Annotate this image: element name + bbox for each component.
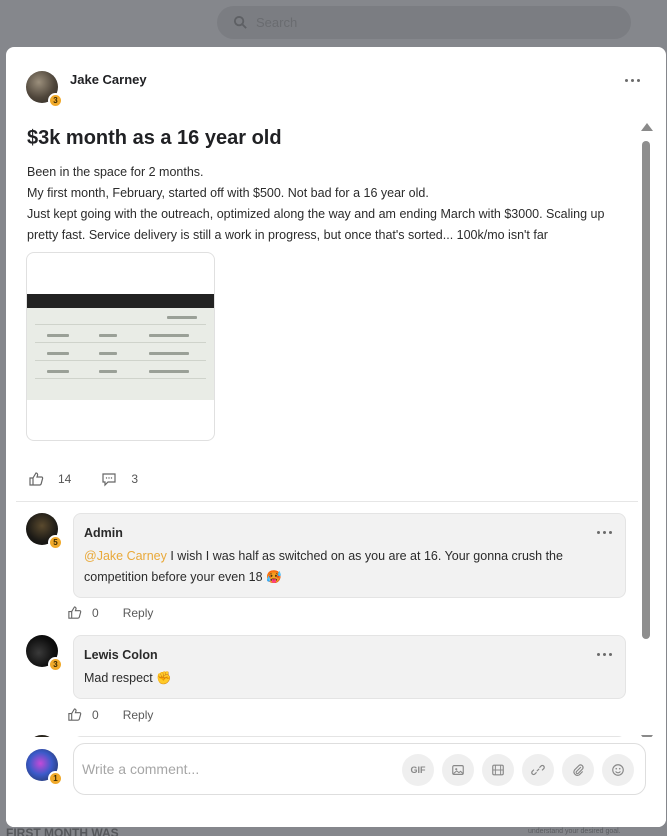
post-actions: 14 3 — [28, 471, 138, 487]
background-snippet: understand your desired goal. — [528, 828, 621, 835]
comment-body: Mad respect ✊ — [84, 671, 172, 685]
video-button[interactable] — [482, 754, 514, 786]
level-badge: 5 — [48, 535, 63, 550]
post-modal: 3 Jake Carney $3k month as a 16 year old… — [6, 47, 666, 827]
author-name[interactable]: Jake Carney — [70, 72, 147, 87]
emoji-button[interactable] — [602, 754, 634, 786]
scroll-up-arrow-icon[interactable] — [641, 123, 653, 131]
link-icon — [531, 764, 545, 776]
background-search-bar: Search — [217, 6, 631, 39]
comment-input[interactable] — [82, 761, 382, 777]
search-icon — [233, 15, 247, 29]
comment-author[interactable]: Lewis Colon — [84, 648, 615, 662]
thumbs-up-icon[interactable] — [67, 707, 82, 722]
comment-like-count: 0 — [92, 605, 99, 620]
avatar[interactable]: 3 — [26, 635, 63, 672]
attach-button[interactable] — [562, 754, 594, 786]
comment-bubble-icon[interactable] — [101, 471, 117, 487]
post-title: $3k month as a 16 year old — [27, 127, 282, 149]
reply-button[interactable]: Reply — [123, 606, 154, 620]
background-post-title: FIRST MONTH WAS — [6, 826, 119, 836]
level-badge: 1 — [48, 771, 63, 786]
thumbs-up-icon[interactable] — [28, 471, 44, 487]
image-icon — [452, 765, 464, 775]
gif-label: GIF — [410, 765, 426, 775]
scroll-thumb[interactable] — [642, 141, 650, 639]
post-body-line: Just kept going with the outreach, optim… — [27, 207, 605, 242]
post-header: 3 Jake Carney — [26, 71, 147, 108]
comment-bubble: Admin @Jake Carney I wish I was half as … — [73, 513, 626, 598]
comment-author[interactable]: Admin — [84, 526, 615, 540]
avatar[interactable]: 3 — [26, 71, 63, 108]
level-badge: 3 — [48, 93, 63, 108]
comment-more-button[interactable] — [594, 527, 614, 537]
level-badge: 3 — [48, 657, 63, 672]
post-body: Been in the space for 2 months. My first… — [27, 162, 617, 246]
paperclip-icon — [573, 764, 584, 776]
emoji-icon — [612, 764, 624, 776]
comment-count: 3 — [131, 472, 139, 486]
post-image-attachment[interactable] — [26, 252, 215, 441]
avatar[interactable]: 5 — [26, 513, 63, 550]
comment-like-count: 0 — [92, 707, 99, 722]
post-more-button[interactable] — [622, 75, 642, 85]
thumbs-up-icon[interactable] — [67, 605, 82, 620]
more-dots-icon — [624, 78, 628, 82]
comment-composer: 1 GIF — [6, 737, 666, 827]
more-dots-icon — [596, 530, 600, 534]
comment-more-button[interactable] — [594, 649, 614, 659]
image-button[interactable] — [442, 754, 474, 786]
divider — [16, 501, 638, 502]
more-dots-icon — [596, 652, 600, 656]
comment-text: @Jake Carney I wish I was half as switch… — [84, 546, 615, 588]
film-icon — [492, 764, 504, 776]
comment-input-box[interactable]: GIF — [73, 743, 646, 795]
post-body-line: My first month, February, started off wi… — [27, 186, 429, 200]
link-button[interactable] — [522, 754, 554, 786]
post-body-line: Been in the space for 2 months. — [27, 165, 204, 179]
avatar: 1 — [26, 749, 63, 786]
reply-button[interactable]: Reply — [123, 708, 154, 722]
user-mention[interactable]: @Jake Carney — [84, 549, 167, 563]
comment-actions: 0 Reply — [67, 707, 153, 722]
like-count: 14 — [58, 472, 72, 486]
screenshot-thumbnail — [27, 294, 214, 400]
search-placeholder: Search — [256, 15, 298, 30]
comment-actions: 0 Reply — [67, 605, 153, 620]
comment-bubble: Lewis Colon Mad respect ✊ — [73, 635, 626, 699]
scrollbar[interactable] — [640, 123, 653, 743]
gif-button[interactable]: GIF — [402, 754, 434, 786]
